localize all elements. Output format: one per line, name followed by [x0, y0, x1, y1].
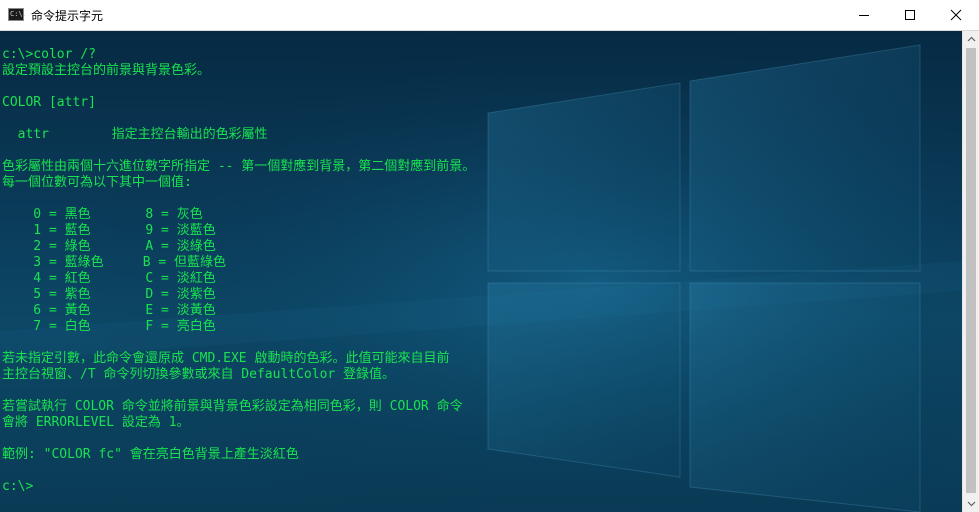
console-line: 7 = 白色 F = 亮白色 — [2, 319, 216, 334]
minimize-button[interactable] — [841, 0, 887, 30]
console-line: c:\> — [2, 479, 34, 494]
console-line: 2 = 綠色 A = 淡綠色 — [2, 239, 216, 254]
window-title: 命令提示字元 — [31, 9, 104, 23]
console-line: 6 = 黃色 E = 淡黃色 — [2, 303, 216, 318]
cmd-window: C:\. 命令提示字元 c:\>color /? 設定預設主控台的前景與背景色彩… — [0, 0, 979, 512]
console-output: c:\>color /? 設定預設主控台的前景與背景色彩。 COLOR [att… — [2, 47, 475, 495]
scroll-down-arrow-icon — [967, 501, 976, 507]
maximize-icon — [905, 10, 915, 20]
console-line: c:\>color /? — [2, 47, 96, 62]
cmd-app-icon[interactable]: C:\. — [8, 8, 27, 21]
console-line: 若嘗試執行 COLOR 命令並將前景與背景色彩設定為相同色彩，則 COLOR 命… — [2, 399, 463, 414]
console-line: COLOR [attr] — [2, 95, 96, 110]
console-line: attr 指定主控台輸出的色彩屬性 — [2, 127, 268, 142]
console-line: 主控台視窗、/T 命令列切換參數或來自 DefaultColor 登錄值。 — [2, 367, 396, 382]
close-button[interactable] — [933, 0, 979, 30]
console-area[interactable]: c:\>color /? 設定預設主控台的前景與背景色彩。 COLOR [att… — [0, 31, 962, 512]
console-line: 3 = 藍綠色 B = 但藍綠色 — [2, 255, 227, 270]
console-line: 會將 ERRORLEVEL 設定為 1。 — [2, 415, 190, 430]
console-line: 範例: "COLOR fc" 會在亮白色背景上產生淡紅色 — [2, 447, 299, 462]
console-line: 每一個位數可為以下其中一個值: — [2, 175, 192, 190]
console-line: 若未指定引數，此命令會還原成 CMD.EXE 啟動時的色彩。此值可能來自目前 — [2, 351, 450, 366]
console-line: 1 = 藍色 9 = 淡藍色 — [2, 223, 216, 238]
console-line: 設定預設主控台的前景與背景色彩。 — [2, 63, 211, 78]
scroll-down-button[interactable] — [963, 495, 979, 512]
scroll-up-arrow-icon — [967, 36, 976, 42]
minimize-icon — [859, 15, 869, 16]
console-line: 5 = 紫色 D = 淡紫色 — [2, 287, 216, 302]
console-line: 色彩屬性由兩個十六進位數字所指定 -- 第一個對應到背景，第二個對應到前景。 — [2, 159, 476, 174]
vertical-scrollbar[interactable] — [962, 31, 979, 512]
close-icon — [950, 9, 962, 21]
console-line: 4 = 紅色 C = 淡紅色 — [2, 271, 216, 286]
scroll-thumb[interactable] — [966, 48, 976, 493]
console-line: 0 = 黑色 8 = 灰色 — [2, 207, 203, 222]
scroll-up-button[interactable] — [963, 31, 979, 48]
title-bar[interactable]: C:\. 命令提示字元 — [0, 0, 979, 31]
maximize-button[interactable] — [887, 0, 933, 30]
